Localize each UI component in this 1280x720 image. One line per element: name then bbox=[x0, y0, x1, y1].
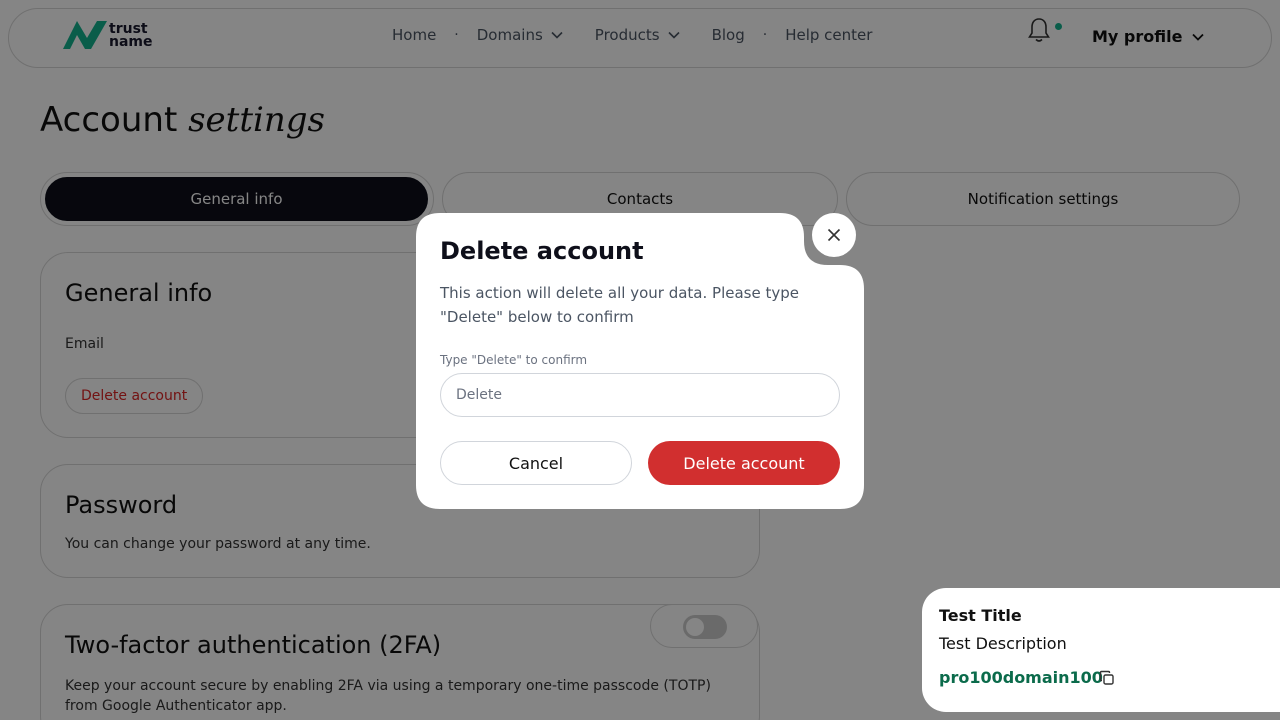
confirm-field-label: Type "Delete" to confirm bbox=[440, 353, 588, 367]
cancel-button[interactable]: Cancel bbox=[440, 441, 632, 485]
toast-notification: Test Title Test Description pro100domain… bbox=[922, 588, 1280, 712]
toast-description: Test Description bbox=[939, 634, 1067, 653]
modal-title: Delete account bbox=[440, 237, 644, 265]
close-icon bbox=[827, 228, 841, 242]
copy-icon[interactable] bbox=[1099, 670, 1115, 686]
confirm-delete-input[interactable] bbox=[440, 373, 840, 417]
confirm-delete-label: Delete account bbox=[683, 453, 805, 473]
confirm-delete-button[interactable]: Delete account bbox=[648, 441, 840, 485]
toast-title: Test Title bbox=[939, 606, 1022, 625]
close-modal-button[interactable] bbox=[812, 213, 856, 257]
modal-description: This action will delete all your data. P… bbox=[440, 284, 799, 326]
toast-code: pro100domain100 bbox=[939, 668, 1103, 687]
cancel-label: Cancel bbox=[508, 453, 564, 473]
